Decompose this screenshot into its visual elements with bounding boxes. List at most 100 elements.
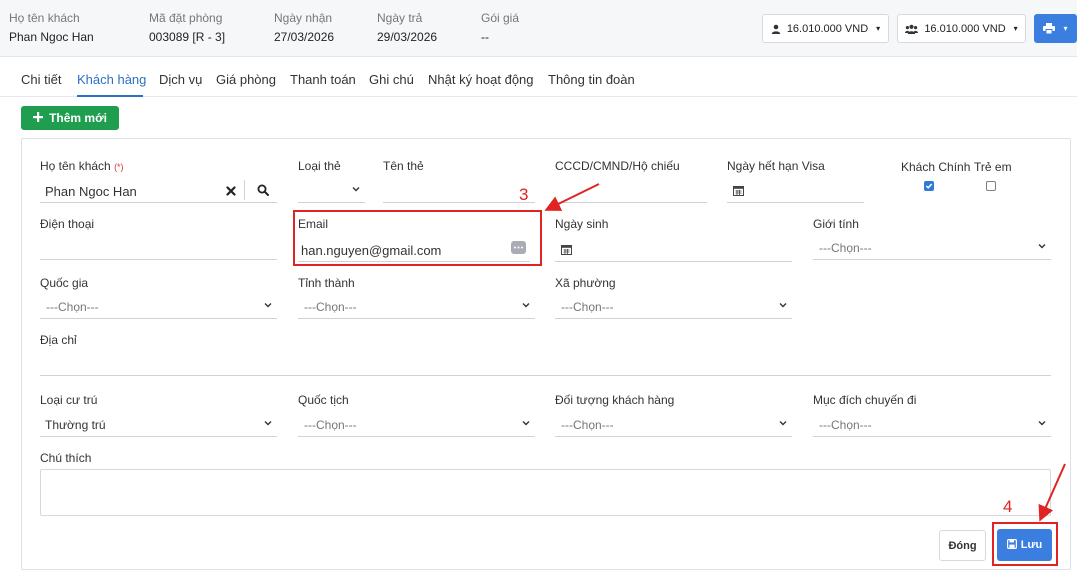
checkout-value: 29/03/2026 <box>377 30 438 44</box>
required-mark: (*) <box>114 162 124 172</box>
guest-name-info: Họ tên khách Phan Ngoc Han <box>9 11 94 45</box>
annotation-step-4: 4 <box>1003 497 1013 516</box>
id-number-label: CCCD/CMND/Hộ chiếu <box>555 159 680 173</box>
checkin-label: Ngày nhận <box>274 11 333 25</box>
calendar-icon <box>733 185 744 199</box>
caret-down-icon: ▾ <box>876 24 881 33</box>
active-tab-indicator <box>77 95 143 97</box>
user-icon <box>771 24 781 34</box>
phone-label: Điện thoại <box>40 217 95 231</box>
chevron-down-icon <box>521 300 531 310</box>
residence-type-select[interactable]: Thường trú <box>40 413 277 437</box>
nationality-label: Quốc tịch <box>298 393 349 407</box>
tab-activity-log[interactable]: Nhật ký hoạt động <box>428 72 534 87</box>
close-button[interactable]: Đóng <box>939 530 986 561</box>
dob-input[interactable] <box>555 238 792 262</box>
guest-name-label: Họ tên khách <box>9 11 80 25</box>
nationality-select-value: ---Chọn--- <box>304 418 357 432</box>
personal-amount-value: 16.010.000 VND <box>786 22 869 35</box>
group-amount-dropdown[interactable]: 16.010.000 VND ▾ <box>897 14 1026 43</box>
input-divider <box>244 180 245 200</box>
chevron-down-icon <box>263 418 273 428</box>
customer-type-select-value: ---Chọn--- <box>561 418 614 432</box>
chevron-down-icon <box>1037 241 1047 251</box>
tab-details[interactable]: Chi tiết <box>21 72 61 87</box>
gender-select-value: ---Chọn--- <box>819 241 872 255</box>
residence-type-label: Loại cư trú <box>40 393 98 407</box>
tab-notes[interactable]: Ghi chú <box>369 72 414 87</box>
child-label: Trẻ em <box>974 160 1012 174</box>
trip-purpose-select[interactable]: ---Chọn--- <box>813 413 1051 437</box>
province-select[interactable]: ---Chọn--- <box>298 295 535 319</box>
country-label: Quốc gia <box>40 276 89 290</box>
clear-icon[interactable] <box>226 185 236 199</box>
add-new-button[interactable]: Thêm mới <box>21 106 119 130</box>
resize-handle-icon[interactable] <box>1041 506 1048 513</box>
province-select-value: ---Chọn--- <box>304 300 357 314</box>
checkout-info: Ngày trả 29/03/2026 <box>377 11 437 45</box>
trip-purpose-select-value: ---Chọn--- <box>819 418 872 432</box>
trip-purpose-label: Mục đích chuyến đi <box>813 393 917 407</box>
annotation-step-3: 3 <box>519 185 529 204</box>
visa-expiry-label: Ngày hết hạn Visa <box>727 159 825 173</box>
annotation-box-email <box>293 210 542 266</box>
ward-select-value: ---Chọn--- <box>561 300 614 314</box>
guest-name-input[interactable]: Phan Ngoc Han <box>40 179 277 203</box>
rate-plan-info: Gói giá -- <box>481 11 519 45</box>
checkout-label: Ngày trả <box>377 11 423 25</box>
card-name-input[interactable] <box>383 179 535 203</box>
id-number-input[interactable] <box>555 179 707 203</box>
printer-icon <box>1043 23 1056 34</box>
booking-header: Họ tên khách Phan Ngoc Han Mã đặt phòng … <box>0 0 1077 57</box>
card-type-label: Loại thẻ <box>298 159 341 173</box>
chevron-down-icon <box>1037 418 1047 428</box>
phone-input[interactable] <box>40 236 277 260</box>
visa-expiry-input[interactable] <box>727 179 864 203</box>
rate-plan-label: Gói giá <box>481 11 520 25</box>
guest-name-label-text: Họ tên khách <box>40 159 111 173</box>
booking-code-label: Mã đặt phòng <box>149 11 223 25</box>
search-icon[interactable] <box>257 184 269 199</box>
tab-services[interactable]: Dịch vụ <box>159 72 202 87</box>
country-select-value: ---Chọn--- <box>46 300 99 314</box>
customer-type-select[interactable]: ---Chọn--- <box>555 413 792 437</box>
address-input[interactable] <box>40 352 1051 376</box>
caret-down-icon: ▾ <box>1063 24 1068 33</box>
guest-name-input-value: Phan Ngoc Han <box>45 184 137 199</box>
checkin-value: 27/03/2026 <box>274 30 335 44</box>
tab-payment[interactable]: Thanh toán <box>290 72 356 87</box>
personal-amount-dropdown[interactable]: 16.010.000 VND ▾ <box>762 14 889 43</box>
print-dropdown-button[interactable]: ▾ <box>1034 14 1077 43</box>
gender-label: Giới tính <box>813 217 859 231</box>
child-checkbox[interactable] <box>986 181 996 191</box>
main-guest-checkbox[interactable] <box>924 181 934 191</box>
tab-room-rates[interactable]: Giá phòng <box>216 72 276 87</box>
card-name-label: Tên thẻ <box>383 159 424 173</box>
booking-code-info: Mã đặt phòng 003089 [R - 3] <box>149 11 225 45</box>
address-label: Địa chỉ <box>40 333 77 347</box>
chevron-down-icon <box>778 300 788 310</box>
tab-customers[interactable]: Khách hàng <box>77 72 146 87</box>
guest-name-value: Phan Ngoc Han <box>9 30 94 44</box>
dob-label: Ngày sinh <box>555 217 609 231</box>
ward-label: Xã phường <box>555 276 616 290</box>
note-textarea[interactable] <box>40 469 1051 516</box>
booking-code-value: 003089 [R - 3] <box>149 30 226 44</box>
checkin-info: Ngày nhận 27/03/2026 <box>274 11 334 45</box>
tab-group-info[interactable]: Thông tin đoàn <box>548 72 635 87</box>
caret-down-icon: ▾ <box>1013 24 1018 33</box>
rate-plan-value: -- <box>481 30 489 44</box>
calendar-icon <box>561 244 572 258</box>
chevron-down-icon <box>521 418 531 428</box>
chevron-down-icon <box>263 300 273 310</box>
country-select[interactable]: ---Chọn--- <box>40 295 277 319</box>
chevron-down-icon <box>778 418 788 428</box>
card-type-select[interactable] <box>298 179 365 203</box>
group-amount-value: 16.010.000 VND <box>924 22 1006 35</box>
gender-select[interactable]: ---Chọn--- <box>813 236 1051 260</box>
annotation-box-save <box>992 522 1058 566</box>
ward-select[interactable]: ---Chọn--- <box>555 295 792 319</box>
nationality-select[interactable]: ---Chọn--- <box>298 413 535 437</box>
guest-name-field-label: Họ tên khách (*) <box>40 159 124 173</box>
customer-type-label: Đối tượng khách hàng <box>555 393 675 407</box>
